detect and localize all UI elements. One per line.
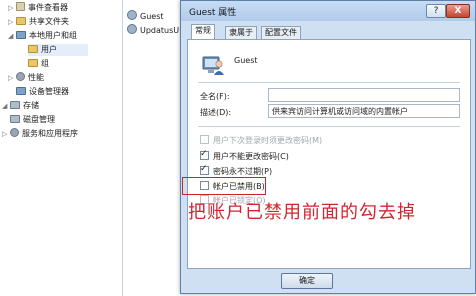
divider: [198, 82, 460, 83]
ok-button[interactable]: 确定: [281, 273, 333, 289]
tree-item-label: 事件查看器: [28, 3, 68, 12]
general-panel: Guest 全名(F): 描述(D): 供来宾访问计算机或访问域的内置帐户 用户…: [187, 39, 471, 269]
storage-icon: [10, 101, 20, 109]
tree-item-label: 共享文件夹: [29, 17, 69, 26]
list-item[interactable]: Guest: [127, 10, 164, 22]
tree-item-services-apps[interactable]: ▷ 服务和应用程序: [2, 128, 78, 140]
checkbox-label: 密码永不过期(P): [213, 167, 273, 176]
dialog-title: Guest 属性: [189, 8, 237, 18]
tree-item-users[interactable]: 用户: [28, 44, 88, 56]
annotation-text: 把账户已禁用前面的勾去掉: [188, 202, 416, 223]
list-item-label: UpdatusU: [140, 26, 180, 35]
expand-arrow-icon[interactable]: ▷: [2, 128, 10, 140]
checkbox-box[interactable]: [200, 148, 209, 160]
tree-item-label: 本地用户和组: [29, 31, 77, 40]
must-change-password-checkbox[interactable]: 用户下次登录时须更改密码(M): [200, 135, 322, 147]
description-label: 描述(D):: [200, 108, 232, 117]
device-manager-icon: [16, 87, 26, 95]
help-button[interactable]: ?: [426, 4, 446, 18]
description-field[interactable]: 供来宾访问计算机或访问域的内置帐户: [268, 104, 460, 118]
close-button[interactable]: X: [446, 4, 470, 18]
tree-item-storage[interactable]: ◢ 存储: [2, 100, 39, 112]
list-item-label: Guest: [140, 12, 164, 21]
expand-arrow-icon[interactable]: ▷: [8, 16, 16, 28]
services-icon: [10, 128, 19, 137]
performance-icon: [16, 72, 25, 81]
tree-item-label: 设备管理器: [29, 87, 69, 96]
tree-item-label: 组: [41, 59, 49, 68]
folder-icon: [28, 59, 38, 67]
checkbox-box[interactable]: [200, 135, 209, 144]
tab-profile[interactable]: 配置文件: [261, 26, 301, 39]
list-item[interactable]: UpdatusU: [127, 24, 179, 36]
tree-item-performance[interactable]: ▷ 性能: [8, 72, 44, 84]
full-name-field[interactable]: [268, 88, 460, 102]
checkbox-label: 用户下次登录时须更改密码(M): [213, 136, 323, 145]
user-name: Guest: [234, 56, 258, 65]
tree-item-groups[interactable]: 组: [28, 58, 49, 70]
collapse-arrow-icon[interactable]: ◢: [8, 30, 16, 42]
tree-item-label: 磁盘管理: [23, 115, 55, 124]
tab-member-of[interactable]: 隶属于: [225, 26, 257, 39]
user-account-icon: [202, 56, 224, 75]
cannot-change-password-checkbox[interactable]: 用户不能更改密码(C): [200, 148, 289, 163]
disk-icon: [10, 115, 20, 123]
full-name-label: 全名(F):: [200, 92, 230, 101]
divider: [198, 126, 460, 127]
tree-item-local-users-groups[interactable]: ◢ 本地用户和组: [8, 30, 77, 42]
tree-item-event-viewer[interactable]: ▷ 事件查看器: [8, 2, 68, 14]
tree-item-label: 服务和应用程序: [22, 129, 78, 138]
tree-item-label: 性能: [28, 73, 44, 82]
user-icon: [127, 24, 137, 34]
tab-general[interactable]: 常规: [191, 24, 215, 39]
checkbox-box[interactable]: [200, 163, 209, 175]
folder-icon: [16, 17, 26, 25]
tab-bar: 常规 隶属于 配置文件: [187, 23, 469, 39]
tree-item-device-manager[interactable]: 设备管理器: [16, 86, 69, 98]
checkbox-label: 用户不能更改密码(C): [213, 152, 289, 161]
user-icon: [127, 10, 137, 20]
properties-dialog: Guest 属性 ? X 常规 隶属于 配置文件 Guest 全名(F): 描述…: [180, 0, 476, 294]
log-icon: [16, 2, 25, 11]
collapse-arrow-icon[interactable]: ◢: [2, 100, 10, 112]
highlight-box: [182, 177, 266, 195]
tree-item-label: 存储: [23, 101, 39, 110]
folder-icon: [28, 45, 38, 53]
tree-item-disk-management[interactable]: 磁盘管理: [10, 114, 55, 126]
expand-arrow-icon[interactable]: ▷: [8, 2, 16, 14]
navigation-tree: ▷ 事件查看器 ▷ 共享文件夹 ◢ 本地用户和组 用户 组 ▷ 性能 设备管理器 ◢ 存储…: [0, 0, 123, 296]
tree-item-shared-folders[interactable]: ▷ 共享文件夹: [8, 16, 69, 28]
users-icon: [16, 31, 26, 39]
expand-arrow-icon[interactable]: ▷: [8, 72, 16, 84]
tree-item-label: 用户: [41, 45, 57, 54]
user-list: Guest UpdatusU: [123, 0, 183, 296]
